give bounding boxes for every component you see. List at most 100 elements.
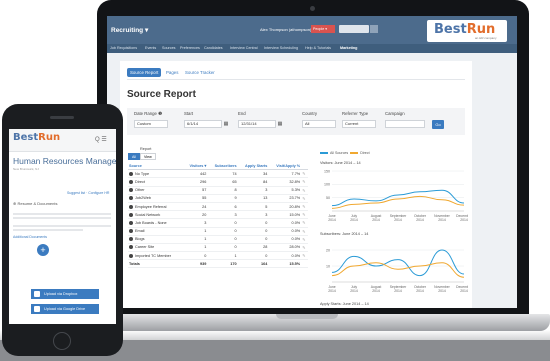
table-row[interactable]: Blogs 1 0 0 0.0% ✎ xyxy=(128,235,308,244)
menu-icon[interactable]: Q ☰ xyxy=(95,136,107,143)
date-range-select[interactable]: Custom xyxy=(134,120,168,128)
nav-item-marketing[interactable]: Marketing xyxy=(340,46,357,50)
x-tick-label: June 2014 xyxy=(328,214,336,222)
y-tick-label: 10 xyxy=(326,264,330,268)
source-cell: Job2Web xyxy=(128,194,184,203)
source-cell: Other xyxy=(128,186,184,195)
nav-item[interactable]: Preferences xyxy=(180,46,200,50)
nav-item[interactable]: Interview Scheduling xyxy=(264,46,298,50)
source-label: Other xyxy=(135,188,145,193)
search-input[interactable] xyxy=(339,25,369,33)
edit-icon[interactable]: ✎ xyxy=(301,202,308,212)
table-row[interactable]: Other 57 8 3 5.3% ✎ xyxy=(128,186,308,195)
column-header[interactable]: Visit/Apply % xyxy=(268,162,302,171)
text-line xyxy=(13,217,111,219)
table-row[interactable]: Imported TC Member 0 1 0 0.0% ✎ xyxy=(128,251,308,261)
text-line xyxy=(13,213,111,215)
top-link[interactable]: Suggest list · Configure HR xyxy=(67,191,109,195)
referrer-select[interactable]: Current xyxy=(342,120,376,128)
tab-source-report[interactable]: Source Report xyxy=(127,68,162,77)
table-row[interactable]: No Type 442 74 34 7.7% ✎ xyxy=(128,169,308,179)
expand-icon[interactable] xyxy=(129,204,133,209)
legend-label: Direct xyxy=(360,151,370,155)
upload-google-drive-button[interactable]: Upload via Google Drive xyxy=(31,304,99,314)
edit-icon[interactable]: ✎ xyxy=(301,243,308,253)
filter-bar: Date Range ❶ Custom Start 6/1/14 ▦ End 1… xyxy=(127,108,465,135)
value-cell: 1 xyxy=(207,251,238,261)
app-menu[interactable]: Recruiting ▾ xyxy=(111,26,148,34)
nav-item[interactable]: Help & Tutorials xyxy=(305,46,331,50)
go-button[interactable]: Go xyxy=(432,120,444,129)
table-row[interactable]: Job Boards - None 3 0 0 0.0% ✎ xyxy=(128,218,308,228)
main-nav: Job Requisitions Events Sources Preferen… xyxy=(107,44,517,53)
country-select[interactable]: All xyxy=(302,120,336,128)
visitors-chart: 50 100 150 June 2014 July 2014 August 2014 Septem… xyxy=(324,169,468,222)
nav-item[interactable]: Candidates xyxy=(204,46,223,50)
nav-item[interactable]: Job Requisitions xyxy=(110,46,137,50)
source-label: Email xyxy=(135,229,145,234)
column-header[interactable]: Visitors ▾ xyxy=(183,162,208,171)
value-cell: 1 xyxy=(183,235,208,244)
column-header[interactable]: Source xyxy=(128,162,184,171)
end-date-input[interactable]: 12/31/14 xyxy=(238,120,276,128)
user-menu[interactable]: Alex Thompson (athompson) ▾ xyxy=(260,27,314,32)
source-label: Blogs xyxy=(135,237,145,242)
expand-icon[interactable] xyxy=(129,220,133,225)
x-tick-label: July 2014 xyxy=(350,285,358,293)
report-label: Report xyxy=(140,147,152,151)
table-row[interactable]: Email 1 0 0 0.0% ✎ xyxy=(128,227,308,236)
search-icon[interactable] xyxy=(370,25,378,33)
edit-icon[interactable]: ✎ xyxy=(301,251,308,261)
tab-source-tracker[interactable]: Source Tracker xyxy=(182,68,218,77)
nav-item[interactable]: Sources xyxy=(162,46,176,50)
nav-item[interactable]: Events xyxy=(145,46,156,50)
edit-icon[interactable]: ✎ xyxy=(301,218,308,228)
content-panel: Source Report Pages Source Tracker Sourc… xyxy=(120,61,472,308)
total-cell: Totals xyxy=(128,259,184,269)
campaign-input[interactable] xyxy=(385,120,425,128)
view-view-button[interactable]: View xyxy=(140,153,156,160)
date-range-label: Date Range ❶ xyxy=(134,111,162,116)
expand-icon[interactable] xyxy=(129,188,133,193)
table-row[interactable]: Job2Web 55 9 13 23.7% ✎ xyxy=(128,194,308,203)
expand-icon[interactable] xyxy=(129,253,133,258)
home-button[interactable] xyxy=(53,332,71,350)
x-tick-label: December2014 xyxy=(456,214,468,222)
series-line-all-sources xyxy=(331,189,465,207)
expand-icon[interactable] xyxy=(129,237,133,242)
x-tick-label: August 2014 xyxy=(371,214,382,222)
column-header[interactable]: Subscribers xyxy=(207,162,238,171)
edit-icon[interactable]: ✎ xyxy=(301,177,308,187)
calendar-icon[interactable]: ▦ xyxy=(223,121,229,127)
edit-icon[interactable]: ✎ xyxy=(301,186,308,195)
table-row[interactable]: Social Network 20 3 3 15.0% ✎ xyxy=(128,210,308,220)
expand-icon[interactable] xyxy=(129,196,133,201)
column-header[interactable]: Apply Starts xyxy=(237,162,269,171)
expand-icon[interactable] xyxy=(129,229,133,234)
expand-icon[interactable] xyxy=(129,245,133,250)
edit-icon[interactable]: ✎ xyxy=(301,194,308,203)
value-cell: 34 xyxy=(237,169,269,179)
additional-documents-link[interactable]: Additional Documents xyxy=(13,235,47,239)
edit-icon[interactable]: ✎ xyxy=(301,227,308,236)
nav-item[interactable]: Interview Central xyxy=(230,46,258,50)
edit-icon[interactable]: ✎ xyxy=(301,235,308,244)
expand-icon[interactable] xyxy=(129,212,133,217)
add-icon[interactable]: + xyxy=(37,244,49,256)
table-row[interactable]: Direct 296 65 84 32.8% ✎ xyxy=(128,177,308,187)
upload-dropbox-button[interactable]: Upload via Dropbox xyxy=(31,289,99,299)
people-select[interactable]: People ▾ xyxy=(311,25,335,33)
table-row[interactable]: Employee Referral 24 6 5 20.8% ✎ xyxy=(128,202,308,212)
table-row[interactable]: Career Site 1 0 28 28.0% ✎ xyxy=(128,243,308,253)
tab-pages[interactable]: Pages xyxy=(163,68,181,77)
edit-icon[interactable]: ✎ xyxy=(301,210,308,220)
start-date-input[interactable]: 6/1/14 xyxy=(184,120,222,128)
expand-icon[interactable] xyxy=(129,179,133,184)
expand-icon[interactable] xyxy=(129,171,133,176)
x-tick-label: October 2014 xyxy=(414,285,427,293)
legend-swatch xyxy=(350,152,359,154)
edit-icon[interactable]: ✎ xyxy=(301,169,308,179)
calendar-icon[interactable]: ▦ xyxy=(277,121,283,127)
value-cell: 23.7% xyxy=(268,194,302,203)
view-all-button[interactable]: All xyxy=(128,153,140,160)
